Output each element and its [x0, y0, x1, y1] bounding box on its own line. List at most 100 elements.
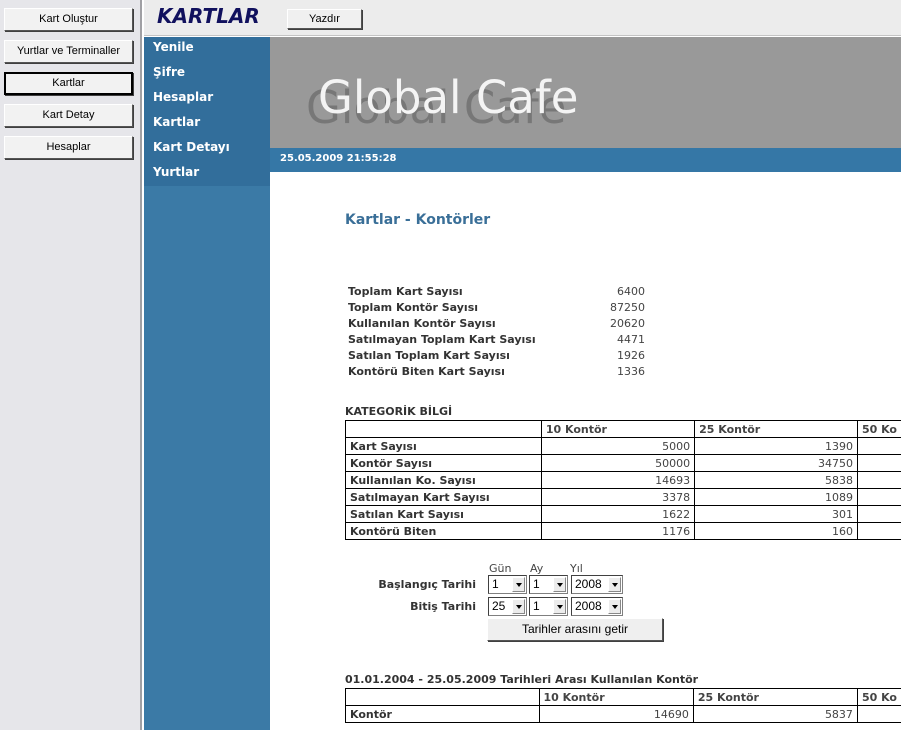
column-header: 25 Kontör	[692, 688, 858, 706]
row-label: Kullanılan Ko. Sayısı	[345, 471, 542, 489]
nav-menu: Yenile Şifre Hesaplar Kartlar Kart Detay…	[144, 37, 270, 186]
nav-item-yurtlar[interactable]: Yurtlar	[153, 165, 199, 179]
cell-value	[856, 488, 901, 506]
row-label: Kontör	[345, 705, 540, 723]
brand-logo: Global Cafe	[318, 71, 579, 124]
stat-label: Satılan Toplam Kart Sayısı	[348, 349, 510, 362]
table-row: Kontör 14690 5837	[345, 705, 901, 723]
chevron-down-icon	[512, 599, 525, 614]
cell-value: 1390	[694, 437, 858, 455]
year-header: Yıl	[570, 562, 583, 575]
start-month-select[interactable]: 1	[529, 575, 568, 594]
empty-header-cell	[345, 420, 542, 438]
stat-value: 6400	[617, 285, 645, 298]
row-label: Satılmayan Kart Sayısı	[345, 488, 542, 506]
cell-value	[856, 437, 901, 455]
start-month-value: 1	[533, 577, 540, 591]
range-heading: 01.01.2004 - 25.05.2009 Tarihleri Arası …	[345, 673, 699, 686]
row-label: Kontör Sayısı	[345, 454, 542, 472]
cell-value: 1176	[540, 522, 696, 540]
chevron-down-icon	[608, 599, 621, 614]
cell-value: 50000	[540, 454, 696, 472]
cell-value: 3378	[540, 488, 696, 506]
column-header: 10 Kontör	[538, 688, 694, 706]
nav-item-yenile[interactable]: Yenile	[153, 40, 194, 54]
table-row: Satılan Kart Sayısı 1622 301	[345, 505, 901, 523]
stat-value: 4471	[617, 333, 645, 346]
end-year-value: 2008	[575, 599, 602, 613]
table-row: Kontör Sayısı 50000 34750	[345, 454, 901, 472]
row-label: Satılan Kart Sayısı	[345, 505, 542, 523]
end-month-select[interactable]: 1	[529, 597, 568, 616]
table-row: Kart Sayısı 5000 1390	[345, 437, 901, 455]
cell-value: 14693	[540, 471, 696, 489]
range-table: 10 Kontör 25 Kontör 50 Ko Kontör 14690 5…	[345, 688, 901, 723]
date-bar: 25.05.2009 21:55:28	[270, 148, 901, 172]
chevron-down-icon	[553, 599, 566, 614]
hesaplar-button[interactable]: Hesaplar	[4, 136, 133, 159]
day-header: Gün	[489, 562, 512, 575]
cell-value: 14690	[538, 705, 694, 723]
table-row: Kontörü Biten 1176 160	[345, 522, 901, 540]
cell-value: 1622	[540, 505, 696, 523]
start-date-label: Başlangıç Tarihi	[378, 578, 476, 591]
get-date-range-button[interactable]: Tarihler arasını getir	[487, 618, 663, 641]
stat-value: 1336	[617, 365, 645, 378]
banner: Global Cafe Global Cafe	[270, 37, 901, 148]
start-day-select[interactable]: 1	[488, 575, 527, 594]
nav-item-kartlar[interactable]: Kartlar	[153, 115, 200, 129]
row-label: Kart Sayısı	[345, 437, 542, 455]
row-label: Kontörü Biten	[345, 522, 542, 540]
kart-detay-button[interactable]: Kart Detay	[4, 104, 133, 127]
cell-value	[856, 505, 901, 523]
stat-value: 20620	[610, 317, 645, 330]
end-day-select[interactable]: 25	[488, 597, 527, 616]
stat-label: Toplam Kart Sayısı	[348, 285, 463, 298]
kart-olustur-button[interactable]: Kart Oluştur	[4, 8, 133, 31]
table-header-row: 10 Kontör 25 Kontör 50 Ko	[345, 420, 901, 438]
cell-value	[856, 471, 901, 489]
column-header: 25 Kontör	[694, 420, 858, 438]
chevron-down-icon	[553, 577, 566, 592]
chevron-down-icon	[608, 577, 621, 592]
stat-value: 1926	[617, 349, 645, 362]
start-year-select[interactable]: 2008	[571, 575, 623, 594]
kartlar-button[interactable]: Kartlar	[4, 72, 133, 95]
end-year-select[interactable]: 2008	[571, 597, 623, 616]
left-frame: Kart Oluştur Yurtlar ve Terminaller Kart…	[0, 0, 142, 730]
end-month-value: 1	[533, 599, 540, 613]
column-header: 50 Ko	[856, 688, 901, 706]
start-day-value: 1	[492, 577, 499, 591]
top-frame: KARTLAR Yazdır	[144, 0, 901, 36]
nav-item-sifre[interactable]: Şifre	[153, 65, 185, 79]
cell-value: 5000	[540, 437, 696, 455]
month-header: Ay	[530, 562, 544, 575]
stat-label: Kullanılan Kontör Sayısı	[348, 317, 496, 330]
table-header-row: 10 Kontör 25 Kontör 50 Ko	[345, 688, 901, 706]
end-day-value: 25	[492, 599, 506, 613]
cell-value	[856, 522, 901, 540]
cell-value: 160	[694, 522, 858, 540]
cell-value	[856, 705, 901, 723]
category-heading: KATEGORİK BİLGİ	[345, 405, 453, 418]
print-button[interactable]: Yazdır	[287, 9, 362, 29]
cell-value	[856, 454, 901, 472]
yurtlar-ve-terminaller-button[interactable]: Yurtlar ve Terminaller	[4, 40, 133, 63]
chevron-down-icon	[512, 577, 525, 592]
nav-item-kart-detayi[interactable]: Kart Detayı	[153, 140, 230, 154]
cell-value: 301	[694, 505, 858, 523]
cell-value: 1089	[694, 488, 858, 506]
cell-value: 5837	[692, 705, 858, 723]
cell-value: 5838	[694, 471, 858, 489]
stat-label: Satılmayan Toplam Kart Sayısı	[348, 333, 536, 346]
empty-header-cell	[345, 688, 540, 706]
nav-item-hesaplar[interactable]: Hesaplar	[153, 90, 213, 104]
content-title: Kartlar - Kontörler	[345, 212, 491, 228]
stat-label: Kontörü Biten Kart Sayısı	[348, 365, 505, 378]
column-header: 10 Kontör	[540, 420, 696, 438]
table-row: Kullanılan Ko. Sayısı 14693 5838	[345, 471, 901, 489]
stat-label: Toplam Kontör Sayısı	[348, 301, 479, 314]
stat-value: 87250	[610, 301, 645, 314]
category-table: 10 Kontör 25 Kontör 50 Ko Kart Sayısı 50…	[345, 420, 901, 540]
start-year-value: 2008	[575, 577, 602, 591]
